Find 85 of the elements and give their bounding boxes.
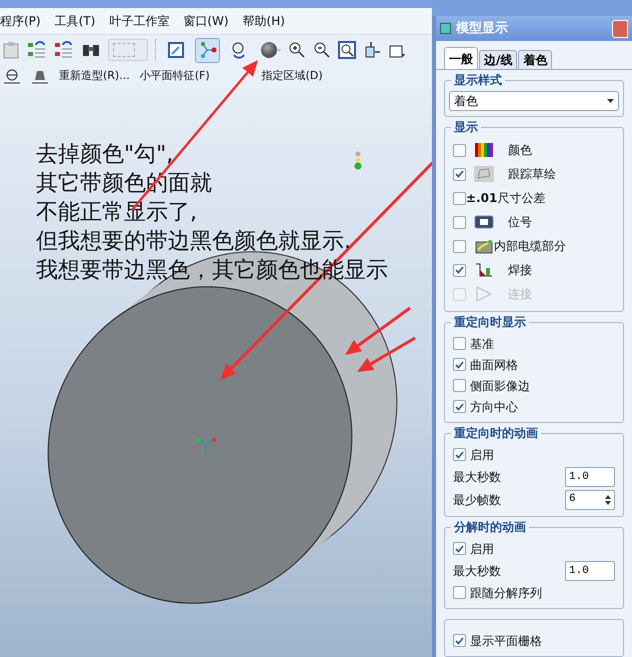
checkbox[interactable] <box>453 542 466 555</box>
checkbox[interactable] <box>453 216 466 228</box>
window-icon <box>440 23 451 34</box>
checkbox[interactable] <box>453 144 466 156</box>
status-light-icon <box>353 151 363 171</box>
regenerate-list-icon[interactable] <box>27 41 47 59</box>
checkbox-label: ±.01尺寸公差 <box>466 190 546 207</box>
checkmark-icon <box>455 544 464 552</box>
checkmark-icon <box>455 360 464 368</box>
annotation-text: 去掉颜色"勾", <box>36 141 174 169</box>
field-label: 最大秒数 <box>453 562 501 580</box>
tab[interactable]: 边/线 <box>479 50 518 69</box>
window-title: 模型显示 <box>456 20 509 38</box>
connection-icon <box>474 286 494 302</box>
checkbox[interactable] <box>453 264 466 276</box>
checkbox[interactable] <box>453 586 466 599</box>
menu-item[interactable]: 帮助(H) <box>242 12 285 30</box>
checkbox[interactable] <box>453 448 466 461</box>
checkbox-label: 侧面影像边 <box>470 378 530 394</box>
checkbox-label: 焊接 <box>508 262 532 279</box>
nodes-icon <box>198 41 216 59</box>
field-label: 最大秒数 <box>453 468 501 486</box>
checkbox-label: 内部电缆部分 <box>494 238 566 255</box>
clipboard-icon[interactable] <box>2 41 20 59</box>
dropdown-value: 着色 <box>454 93 478 110</box>
checkbox-label: 曲面网格 <box>470 356 518 374</box>
tab[interactable]: 一般 <box>444 47 478 69</box>
checkbox[interactable] <box>453 168 466 180</box>
checkbox-label: 启用 <box>470 540 494 558</box>
checkmark-icon <box>455 266 464 274</box>
tab[interactable]: 着色 <box>518 50 552 69</box>
checkbox-label: 启用 <box>470 446 494 464</box>
label-tag-icon <box>474 214 494 230</box>
menu-item[interactable]: 程序(P) <box>0 12 41 30</box>
weld-icon <box>474 262 494 278</box>
checkbox[interactable] <box>453 634 466 647</box>
checkbox[interactable] <box>453 379 466 392</box>
group-title: 显示样式 <box>451 72 505 88</box>
dotted-sketch-icon <box>474 166 494 182</box>
zoom-fit-icon[interactable] <box>338 41 356 59</box>
checkbox[interactable] <box>453 400 466 413</box>
checkmark-icon <box>455 402 464 410</box>
zoom-in-icon[interactable] <box>288 41 306 59</box>
checkbox-label: 基准 <box>470 336 494 352</box>
toolbar-command[interactable]: 重新造型(R)... <box>59 68 130 85</box>
color-bars-icon <box>474 142 494 158</box>
checkbox-label: 跟踪草绘 <box>508 166 556 183</box>
spinner-field[interactable]: 6 <box>565 490 615 510</box>
checkbox[interactable] <box>453 337 466 350</box>
checkbox[interactable] <box>453 192 466 204</box>
view-toolbar-button[interactable] <box>195 38 220 62</box>
input-field[interactable]: 1.0 <box>565 466 615 486</box>
field-label: 最少帧数 <box>453 492 501 508</box>
group-title: 重定向时显示 <box>451 314 529 330</box>
menu-item[interactable]: 窗口(W) <box>183 12 229 30</box>
annotation-text: 但我想要的带边黑色颜色就显示. <box>36 228 351 256</box>
dropdown-caret-icon <box>607 99 614 103</box>
display-style-dropdown[interactable]: 着色 <box>449 91 619 111</box>
input-field[interactable]: 1.0 <box>565 560 615 580</box>
checkmark-icon <box>455 170 464 178</box>
checkbox-label: 连接 <box>508 286 532 303</box>
field-value: 6 <box>568 492 577 508</box>
checkbox-label: 颜色 <box>508 142 532 159</box>
checkmark-icon <box>455 636 464 644</box>
checkbox-label: 显示平面栅格 <box>470 632 542 650</box>
checkmark-icon <box>455 450 464 458</box>
sphere-icon[interactable] <box>259 40 281 60</box>
checkbox[interactable] <box>453 240 466 252</box>
group-title: 分解时的动画 <box>451 519 529 535</box>
menu-item[interactable]: 工具(T) <box>54 12 96 30</box>
checkbox-label: 跟随分解序列 <box>470 584 542 602</box>
axis-triad-icon <box>196 438 216 456</box>
regenerate-list-icon[interactable] <box>54 41 74 59</box>
toolbar-command[interactable]: 小平面特征(F) <box>140 68 210 85</box>
checkbox[interactable] <box>453 358 466 371</box>
cable-icon <box>474 238 494 254</box>
checkbox-label: 方向中心 <box>470 398 518 416</box>
checkbox-label: 位号 <box>508 214 532 231</box>
zoom-out-icon[interactable] <box>313 41 331 59</box>
group-title: 重定向时的动画 <box>451 425 541 441</box>
close-button[interactable] <box>612 20 628 38</box>
group-title: 显示 <box>451 119 481 135</box>
sketch-view-icon <box>166 41 184 59</box>
menu-item[interactable]: 叶子工作室 <box>109 12 170 30</box>
toolbar-command[interactable]: 指定区域(D) <box>262 68 323 85</box>
